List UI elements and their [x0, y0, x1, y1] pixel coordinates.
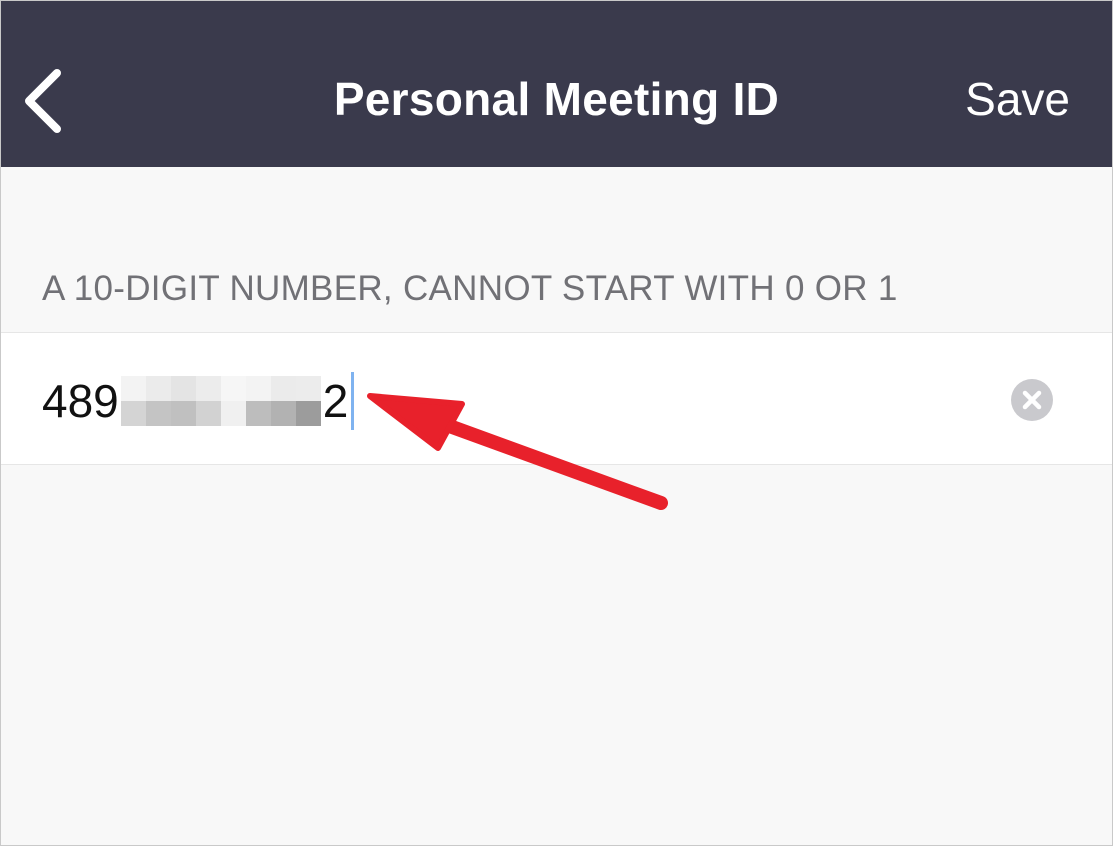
redacted-digits	[120, 376, 321, 426]
meeting-id-row: 489 2	[1, 332, 1112, 465]
meeting-id-visible-suffix: 2	[322, 375, 349, 427]
section-header: A 10-DIGIT NUMBER, CANNOT START WITH 0 O…	[42, 269, 898, 308]
meeting-id-visible-prefix: 489	[42, 375, 119, 427]
save-button[interactable]: Save	[965, 71, 1070, 127]
clear-circle-icon	[1022, 390, 1042, 410]
page-title: Personal Meeting ID	[333, 73, 780, 125]
text-caret	[351, 372, 355, 430]
app-screen: Personal Meeting ID Save A 10-DIGIT NUMB…	[0, 0, 1113, 846]
navigation-bar: Personal Meeting ID Save	[1, 1, 1112, 167]
meeting-id-input[interactable]: 489 2	[42, 372, 355, 430]
clear-button[interactable]	[1011, 379, 1053, 421]
